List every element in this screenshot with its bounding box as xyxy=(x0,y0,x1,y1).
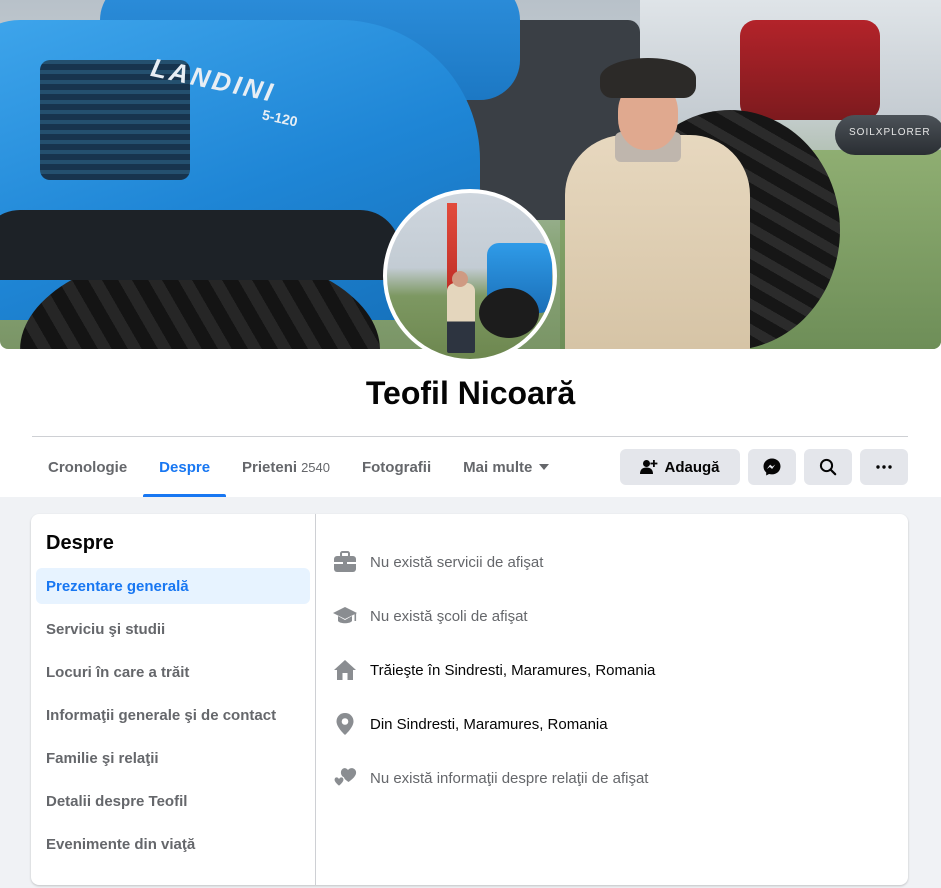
tab-label: Fotografii xyxy=(361,458,432,476)
overview-from-row: Din Sindresti, Maramures, Romania xyxy=(332,709,608,739)
about-nav-contact-info[interactable]: Informaţii generale şi de contact xyxy=(36,697,310,733)
more-icon xyxy=(876,465,892,469)
tab-label: Prieteni xyxy=(242,458,298,476)
about-nav: Prezentare generală Serviciu şi studii L… xyxy=(36,568,310,869)
about-title: Despre xyxy=(46,532,114,554)
tab-prieteni[interactable]: Prieteni 2540 xyxy=(226,437,346,497)
avatar-wheel xyxy=(479,288,539,338)
cover-soilxplorer: SOILXPLORER xyxy=(835,115,941,155)
profile-avatar[interactable] xyxy=(383,189,557,363)
tab-cronologie[interactable]: Cronologie xyxy=(32,437,143,497)
tab-label: Mai multe xyxy=(463,458,533,476)
about-overview: Nu există servicii de afişat Nu există ş… xyxy=(317,514,908,885)
overview-education-row: Nu există şcoli de afişat xyxy=(332,601,528,631)
add-friend-icon xyxy=(640,459,658,475)
avatar-person xyxy=(447,283,475,353)
nav-label: Evenimente din viaţă xyxy=(46,835,196,853)
tab-label: Despre xyxy=(159,458,211,476)
tab-fotografii[interactable]: Fotografii xyxy=(346,437,447,497)
profile-name: Teofil Nicoară xyxy=(365,375,576,411)
overview-relationship-row: Nu există informaţii despre relaţii de a… xyxy=(332,763,648,793)
about-nav-places-lived[interactable]: Locuri în care a trăit xyxy=(36,654,310,690)
caret-down-icon xyxy=(539,464,550,470)
about-nav-life-events[interactable]: Evenimente din viaţă xyxy=(36,826,310,862)
about-nav-family-relationships[interactable]: Familie şi relaţii xyxy=(36,740,310,776)
nav-label: Prezentare generală xyxy=(46,577,189,595)
heart-icon xyxy=(332,765,358,791)
overview-lives-text: Trăieşte în Sindresti, Maramures, Romani… xyxy=(370,661,656,679)
cover-man-sweater xyxy=(565,135,750,349)
overview-lives-row: Trăieşte în Sindresti, Maramures, Romani… xyxy=(332,655,655,685)
overview-work-text: Nu există servicii de afişat xyxy=(370,553,544,571)
home-icon xyxy=(332,657,358,683)
about-nav-details[interactable]: Detalii despre Teofil xyxy=(36,783,310,819)
add-friend-label: Adaugă xyxy=(664,458,720,476)
overview-from-text: Din Sindresti, Maramures, Romania xyxy=(370,715,608,733)
search-icon xyxy=(819,458,837,476)
messenger-button[interactable] xyxy=(748,449,796,485)
tab-mai-multe[interactable]: Mai multe xyxy=(447,437,565,497)
nav-label: Informaţii generale şi de contact xyxy=(46,706,277,724)
cover-red-tractor xyxy=(740,20,880,120)
about-nav-overview[interactable]: Prezentare generală xyxy=(36,568,310,604)
messenger-icon xyxy=(762,457,782,477)
about-nav-work-education[interactable]: Serviciu şi studii xyxy=(36,611,310,647)
more-button[interactable] xyxy=(860,449,908,485)
cover-fender xyxy=(0,210,400,280)
profile-header: SOILXPLORER LANDINI 5-120 Teofil Nicoară… xyxy=(0,0,941,497)
briefcase-icon xyxy=(332,549,358,575)
nav-label: Detalii despre Teofil xyxy=(46,792,188,810)
about-sidebar: Despre Prezentare generală Serviciu şi s… xyxy=(31,514,316,885)
nav-label: Familie şi relaţii xyxy=(46,749,159,767)
add-friend-button[interactable]: Adaugă xyxy=(620,449,740,485)
overview-work-row: Nu există servicii de afişat xyxy=(332,547,543,577)
about-card: Despre Prezentare generală Serviciu şi s… xyxy=(31,514,908,885)
avatar-person-head xyxy=(452,271,468,287)
friend-count: 2540 xyxy=(301,459,330,475)
cover-banner-text: SOILXPLORER xyxy=(849,127,931,138)
nav-label: Serviciu şi studii xyxy=(46,620,166,638)
graduation-cap-icon xyxy=(332,603,358,629)
tab-label: Cronologie xyxy=(48,458,128,476)
search-button[interactable] xyxy=(804,449,852,485)
profile-tabs: Cronologie Despre Prieteni 2540 Fotografi… xyxy=(32,437,565,497)
cover-man-hat xyxy=(600,58,696,98)
overview-relationship-text: Nu există informaţii despre relaţii de a… xyxy=(370,769,649,787)
nav-label: Locuri în care a trăit xyxy=(46,663,190,681)
tab-despre[interactable]: Despre xyxy=(143,437,226,497)
location-pin-icon xyxy=(332,711,358,737)
overview-education-text: Nu există şcoli de afişat xyxy=(370,607,528,625)
